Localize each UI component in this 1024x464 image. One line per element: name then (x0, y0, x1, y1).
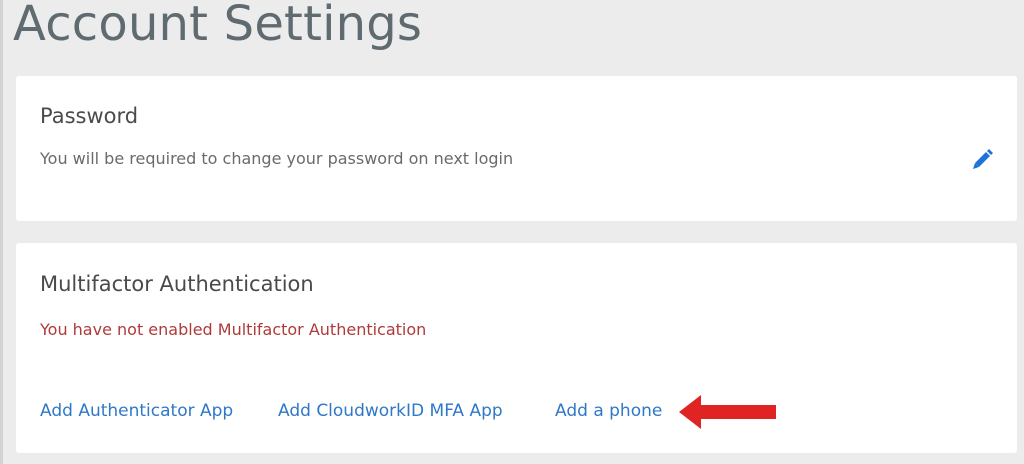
account-settings-page: Account Settings Password You will be re… (0, 0, 1024, 464)
password-card: Password You will be required to change … (16, 76, 1017, 221)
mfa-heading: Multifactor Authentication (40, 272, 314, 296)
mfa-card: Multifactor Authentication You have not … (16, 243, 1017, 453)
password-heading: Password (40, 104, 139, 128)
edit-password-button[interactable] (969, 146, 995, 172)
password-message: You will be required to change your pass… (40, 149, 514, 168)
arrow-left-icon (679, 395, 776, 429)
page-title: Account Settings (13, 0, 423, 52)
add-authenticator-app-link[interactable]: Add Authenticator App (40, 401, 233, 421)
pencil-icon (973, 149, 993, 169)
add-phone-link[interactable]: Add a phone (555, 401, 662, 421)
mfa-status: You have not enabled Multifactor Authent… (40, 320, 427, 339)
add-cloudworkid-mfa-app-link[interactable]: Add CloudworkID MFA App (278, 401, 503, 421)
